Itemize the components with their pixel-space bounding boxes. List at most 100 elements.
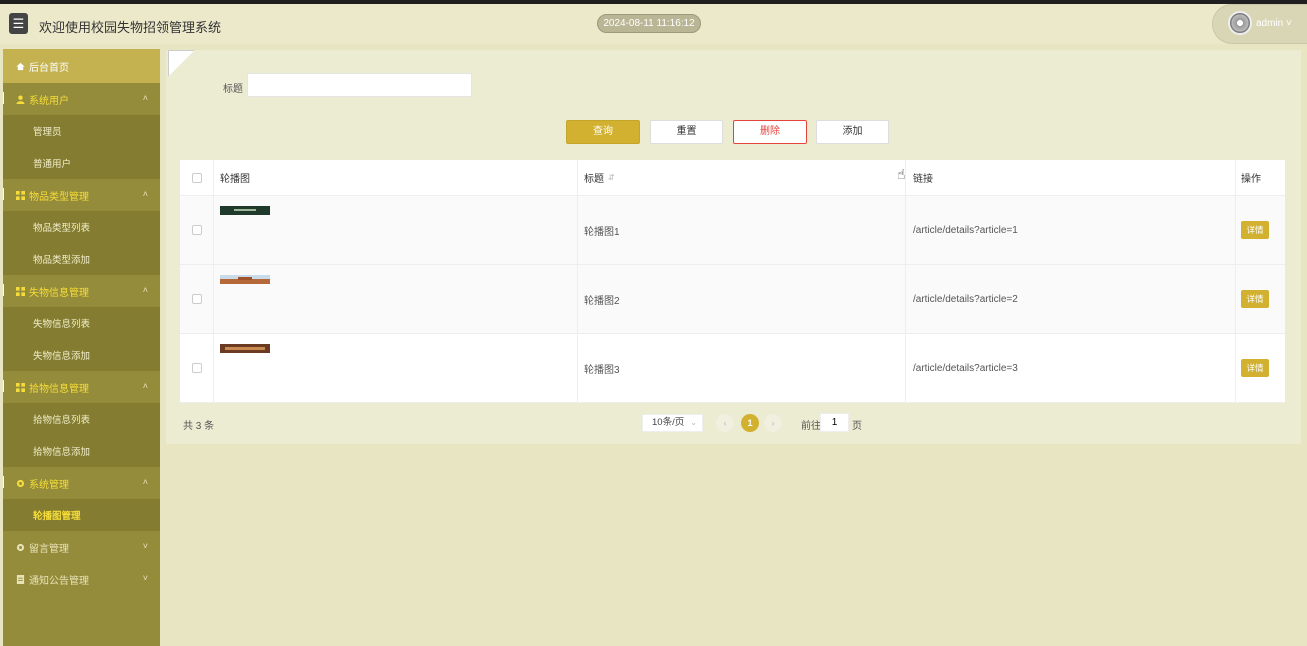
row-checkbox[interactable] — [191, 294, 202, 304]
avatar — [1228, 11, 1252, 35]
link-cell: /article/details?article=3 — [906, 334, 1236, 402]
action-cell: 详情 — [1236, 196, 1285, 264]
sidebar-group-users[interactable]: 系统用户 ˄ — [3, 83, 160, 115]
goto-label: 前往 — [801, 421, 821, 432]
link-cell: /article/details?article=2 — [906, 265, 1236, 333]
column-header-image: 轮播图 — [214, 160, 578, 195]
row-select-cell — [180, 265, 214, 333]
carousel-thumbnail[interactable] — [220, 206, 270, 215]
main-content: 标题 查询 重置 删除 添加 轮播图 标题 ⇵ 链接 操作 轮播图1 /artic… — [166, 50, 1301, 444]
sidebar-item-lost-add[interactable]: 失物信息添加 — [3, 339, 160, 371]
column-header-label: 标题 — [584, 174, 604, 185]
chevron-up-icon: ˄ — [142, 93, 148, 103]
group-marker — [3, 284, 4, 296]
sidebar-group-found[interactable]: 拾物信息管理 ˄ — [3, 371, 160, 403]
sidebar-group-messages[interactable]: 留言管理 ˅ — [3, 531, 160, 563]
sidebar-group-lost[interactable]: 失物信息管理 ˄ — [3, 275, 160, 307]
sidebar-group-label: 通知公告管理 — [29, 575, 89, 587]
group-marker — [3, 92, 4, 104]
prev-page-button[interactable]: ‹ — [716, 414, 734, 432]
image-cell — [214, 265, 578, 333]
sidebar-item-normal-user[interactable]: 普通用户 — [3, 147, 160, 179]
sidebar-item-label: 后台首页 — [29, 62, 69, 74]
sidebar-item-home[interactable]: 后台首页 — [3, 49, 160, 83]
grid-icon — [16, 382, 25, 392]
goto-page-input[interactable] — [820, 413, 849, 432]
user-icon — [16, 94, 25, 104]
gear-icon — [16, 479, 25, 488]
carousel-thumbnail[interactable] — [220, 275, 270, 284]
link-cell: /article/details?article=1 — [906, 196, 1236, 264]
title-cell: 轮播图2 — [578, 265, 906, 333]
username: admin ˅ — [1256, 18, 1292, 29]
select-all-cell — [180, 160, 214, 195]
row-checkbox[interactable] — [191, 363, 202, 373]
page-size-value: 10条/页 — [652, 417, 685, 428]
select-all-checkbox[interactable] — [191, 172, 202, 183]
group-marker — [3, 476, 4, 488]
delete-button[interactable]: 删除 — [733, 120, 807, 144]
page-corner-decoration — [168, 50, 194, 76]
sidebar-item-lost-list[interactable]: 失物信息列表 — [3, 307, 160, 339]
group-marker — [3, 380, 4, 392]
title-cell: 轮播图1 — [578, 196, 906, 264]
reset-button[interactable]: 重置 — [650, 120, 723, 144]
chevron-up-icon: ˄ — [142, 189, 148, 199]
column-header-action: 操作 — [1241, 174, 1261, 185]
detail-button[interactable]: 详情 — [1241, 221, 1269, 239]
query-button[interactable]: 查询 — [566, 120, 640, 144]
user-menu[interactable]: admin ˅ — [1212, 4, 1307, 44]
sidebar-group-label: 拾物信息管理 — [29, 383, 89, 395]
table-row: 轮播图3 /article/details?article=3 详情 — [180, 334, 1285, 403]
sidebar-group-item-types[interactable]: 物品类型管理 ˄ — [3, 179, 160, 211]
top-header: ☰ 欢迎使用校园失物招领管理系统 2024-08-11 11:16:12 adm… — [0, 4, 1307, 44]
mouse-cursor-icon: ☝ — [897, 166, 906, 182]
sidebar-item-type-add[interactable]: 物品类型添加 — [3, 243, 160, 275]
sidebar-group-system[interactable]: 系统管理 ˄ — [3, 467, 160, 499]
title-filter-label: 标题 — [223, 84, 243, 95]
sidebar-group-notices[interactable]: 通知公告管理 ˅ — [3, 563, 160, 595]
carousel-table: 轮播图 标题 ⇵ 链接 操作 轮播图1 /article/details?arti… — [180, 160, 1285, 403]
app-title: 欢迎使用校园失物招领管理系统 — [39, 20, 222, 35]
sidebar-item-found-add[interactable]: 拾物信息添加 — [3, 435, 160, 467]
sort-icon[interactable]: ⇵ — [608, 173, 615, 182]
next-page-button[interactable]: › — [764, 414, 782, 432]
chevron-up-icon: ˄ — [142, 477, 148, 487]
page-size-select[interactable]: 10条/页 ⌄ — [642, 414, 703, 432]
table-row: 轮播图2 /article/details?article=2 详情 — [180, 265, 1285, 334]
column-header-link: 链接 — [906, 160, 1236, 195]
datetime-badge: 2024-08-11 11:16:12 — [597, 14, 701, 33]
add-button[interactable]: 添加 — [816, 120, 889, 144]
chevron-up-icon: ˄ — [142, 381, 148, 391]
action-cell: 详情 — [1236, 334, 1285, 402]
sidebar-group-label: 物品类型管理 — [29, 191, 89, 203]
title-filter-input[interactable] — [247, 73, 472, 97]
sidebar-item-carousel[interactable]: 轮播图管理 — [3, 499, 160, 531]
page-number-current[interactable]: 1 — [741, 414, 759, 432]
column-header-title[interactable]: 标题 ⇵ — [578, 160, 906, 195]
grid-icon — [16, 286, 25, 296]
image-cell — [214, 196, 578, 264]
chevron-down-icon: ⌄ — [690, 418, 697, 427]
sidebar-item-admin[interactable]: 管理员 — [3, 115, 160, 147]
hamburger-icon[interactable]: ☰ — [9, 13, 28, 34]
sidebar-item-found-list[interactable]: 拾物信息列表 — [3, 403, 160, 435]
table-header: 轮播图 标题 ⇵ 链接 操作 — [180, 160, 1285, 196]
sidebar: 后台首页 系统用户 ˄ 管理员 普通用户 物品类型管理 ˄ 物品类型列表 物品类… — [3, 49, 160, 646]
sidebar-item-type-list[interactable]: 物品类型列表 — [3, 211, 160, 243]
row-checkbox[interactable] — [191, 225, 202, 235]
title-cell: 轮播图3 — [578, 334, 906, 402]
group-marker — [3, 188, 4, 200]
detail-button[interactable]: 详情 — [1241, 359, 1269, 377]
home-icon — [16, 62, 25, 71]
document-icon — [16, 574, 25, 584]
action-cell: 详情 — [1236, 265, 1285, 333]
image-cell — [214, 334, 578, 402]
chevron-up-icon: ˄ — [142, 285, 148, 295]
chevron-down-icon: ˅ — [142, 541, 148, 551]
carousel-thumbnail[interactable] — [220, 344, 270, 353]
chevron-down-icon: ˅ — [142, 573, 148, 583]
total-count: 共 3 条 — [183, 421, 215, 432]
table-row: 轮播图1 /article/details?article=1 详情 — [180, 196, 1285, 265]
detail-button[interactable]: 详情 — [1241, 290, 1269, 308]
